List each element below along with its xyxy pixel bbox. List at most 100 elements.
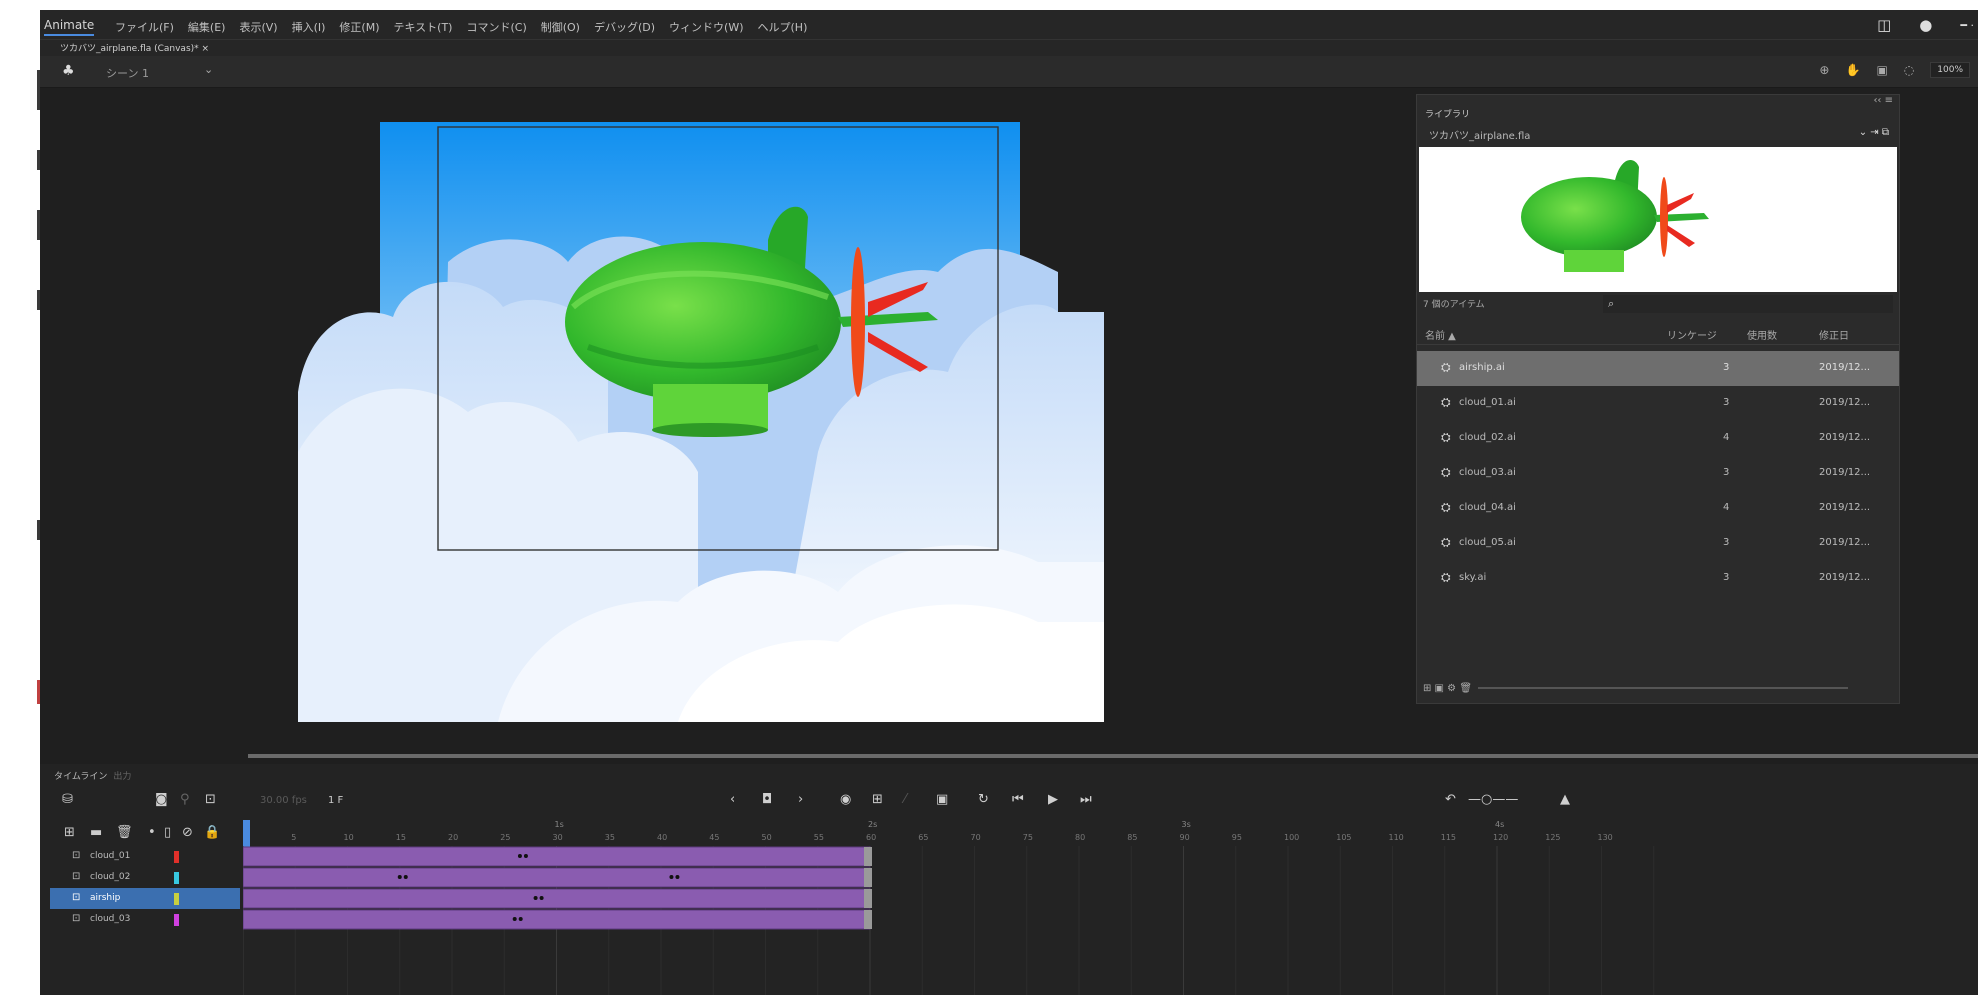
- next-keyframe-icon[interactable]: ›: [798, 792, 803, 807]
- search-icon[interactable]: ⌕: [1608, 297, 1614, 311]
- chevron-down-icon[interactable]: ⌄: [204, 63, 213, 76]
- fps-field[interactable]: 30.00 fps: [260, 795, 307, 806]
- col-linkage[interactable]: リンケージ: [1667, 327, 1717, 342]
- library-item[interactable]: ⛭ sky.ai 3 2019/12...: [1417, 561, 1899, 596]
- ruler-number: 10: [343, 833, 354, 842]
- library-item-uses: 3: [1723, 362, 1730, 373]
- timeline-title: タイムライン 出力: [54, 769, 131, 782]
- library-file-select[interactable]: ツカバツ_airplane.fla ⌄ ⇥ ⧉: [1423, 125, 1895, 143]
- document-tab[interactable]: ツカバツ_airplane.fla (Canvas)* ×: [60, 41, 209, 54]
- loop-range-icon[interactable]: ▣: [936, 792, 948, 807]
- col-name[interactable]: 名前 ▲: [1425, 327, 1456, 342]
- end-keyframe: [864, 847, 872, 866]
- keyframe-dot: [397, 875, 402, 879]
- step-forward-icon[interactable]: ⏭: [1080, 792, 1092, 807]
- frame-zoom-slider[interactable]: —○——: [1468, 792, 1518, 807]
- new-layer-icon[interactable]: ⊞: [64, 825, 75, 840]
- onion-skin-icon[interactable]: ◉: [840, 792, 851, 807]
- undo-icon[interactable]: ↶: [1445, 792, 1456, 807]
- layer-depth-toggle-icon[interactable]: ⊡: [205, 792, 216, 807]
- panel-menu-icon[interactable]: ‹‹ ≡: [1873, 95, 1893, 106]
- library-scrollbar[interactable]: [1478, 687, 1849, 689]
- app-name[interactable]: Animate: [44, 18, 95, 36]
- library-item[interactable]: ⛭ cloud_01.ai 3 2019/12...: [1417, 386, 1899, 421]
- scene-icon[interactable]: ♣: [62, 63, 75, 79]
- prev-keyframe-icon[interactable]: ‹: [730, 792, 735, 807]
- insert-keyframe-icon[interactable]: ◘: [762, 792, 772, 807]
- col-date[interactable]: 修正日: [1819, 327, 1849, 342]
- layer-color-swatch[interactable]: [174, 914, 179, 926]
- zoom-mountain-icon[interactable]: ▲: [1560, 792, 1570, 807]
- lock-icon[interactable]: 🔒: [204, 825, 220, 840]
- highlight-icon[interactable]: •: [148, 825, 156, 840]
- frame-span: [243, 867, 871, 888]
- delete-layer-icon[interactable]: 🗑: [116, 825, 133, 840]
- layer-name[interactable]: airship: [90, 893, 120, 903]
- frame-span: [243, 909, 871, 930]
- output-tab[interactable]: 出力: [113, 772, 131, 782]
- workspace-icon[interactable]: ◫: [1877, 16, 1891, 34]
- stage-scrollbar[interactable]: [248, 754, 1978, 758]
- menu-item[interactable]: 制御(O): [541, 19, 580, 35]
- menu-item[interactable]: 修正(M): [339, 19, 379, 35]
- ruler-number: 85: [1127, 833, 1138, 842]
- center-stage-icon[interactable]: ⊕: [1819, 63, 1829, 77]
- library-item[interactable]: ⛭ cloud_04.ai 4 2019/12...: [1417, 491, 1899, 526]
- timeline-layer[interactable]: ⊡ cloud_02: [50, 867, 240, 888]
- menu-item[interactable]: ヘルプ(H): [758, 19, 808, 35]
- library-item[interactable]: ⛭ cloud_05.ai 3 2019/12...: [1417, 526, 1899, 561]
- edit-multiple-icon[interactable]: ⊞: [872, 792, 883, 807]
- outline-icon[interactable]: ▯: [164, 825, 171, 840]
- layer-type-icon: ⊡: [72, 913, 81, 924]
- rotate-icon[interactable]: ✋: [1845, 63, 1860, 77]
- fit-icon[interactable]: ◌: [1904, 63, 1914, 77]
- loop-icon[interactable]: ↻: [978, 792, 989, 807]
- menu-item[interactable]: 挿入(I): [292, 19, 326, 35]
- col-use-count[interactable]: 使用数: [1747, 327, 1777, 342]
- ruler-number: 105: [1336, 833, 1352, 842]
- hide-icon[interactable]: ⊘: [182, 825, 193, 840]
- play-icon[interactable]: ▶: [1048, 792, 1058, 807]
- library-item-uses: 3: [1723, 467, 1730, 478]
- menu-item[interactable]: 編集(E): [188, 19, 226, 35]
- timeline-tab[interactable]: タイムライン: [54, 772, 107, 782]
- menu-item[interactable]: ファイル(F): [115, 19, 174, 35]
- frame-field[interactable]: 1 F: [328, 795, 343, 806]
- step-back-icon[interactable]: ⏮: [1012, 792, 1024, 807]
- stage-canvas[interactable]: [298, 122, 1104, 722]
- new-folder-icon[interactable]: ▬: [90, 825, 102, 840]
- brush-icon[interactable]: ⁄: [904, 792, 906, 807]
- layer-color-swatch[interactable]: [174, 872, 179, 884]
- layer-name[interactable]: cloud_02: [90, 872, 130, 882]
- library-item[interactable]: ⛭ airship.ai 3 2019/12...: [1417, 351, 1899, 386]
- clip-icon[interactable]: ▣: [1876, 63, 1887, 77]
- frame-ruler[interactable]: 5 10 15 20 25 30 35 40 45 50 55 60 65 70 75 80 85 90 95 100…: [243, 820, 1978, 856]
- library-search-input[interactable]: [1603, 295, 1893, 313]
- library-item-date: 2019/12...: [1819, 397, 1871, 408]
- library-item[interactable]: ⛭ cloud_02.ai 4 2019/12...: [1417, 421, 1899, 456]
- record-icon[interactable]: ●: [1919, 16, 1932, 34]
- layer-color-swatch[interactable]: [174, 893, 179, 905]
- timeline-layer[interactable]: ⊡ airship: [50, 888, 240, 909]
- new-symbol-icon[interactable]: ⊞ ▣ ⚙ 🗑: [1423, 683, 1472, 694]
- menu-item[interactable]: 表示(V): [239, 19, 277, 35]
- minimize-icon[interactable]: ━ ·: [1960, 19, 1974, 32]
- menu-item[interactable]: デバッグ(D): [594, 19, 655, 35]
- library-file-name: ツカバツ_airplane.fla: [1429, 131, 1531, 142]
- menu-item[interactable]: テキスト(T): [393, 19, 452, 35]
- timeline-layer[interactable]: ⊡ cloud_01: [50, 846, 240, 867]
- layer-depth-icon[interactable]: ⛁: [62, 792, 73, 807]
- frame-grid[interactable]: [243, 846, 1978, 995]
- layer-name[interactable]: cloud_03: [90, 914, 130, 924]
- parent-icon[interactable]: ⚲: [180, 792, 190, 807]
- layer-color-swatch[interactable]: [174, 851, 179, 863]
- zoom-field[interactable]: 100%: [1930, 62, 1970, 78]
- timeline-layer[interactable]: ⊡ cloud_03: [50, 909, 240, 930]
- menu-item[interactable]: ウィンドウ(W): [669, 19, 743, 35]
- scene-label[interactable]: シーン 1: [106, 65, 149, 81]
- layer-name[interactable]: cloud_01: [90, 851, 130, 861]
- camera-icon[interactable]: ◙: [155, 792, 168, 807]
- library-item[interactable]: ⛭ cloud_03.ai 3 2019/12...: [1417, 456, 1899, 491]
- pin-icon[interactable]: ⌄ ⇥ ⧉: [1859, 127, 1889, 138]
- menu-item[interactable]: コマンド(C): [466, 19, 526, 35]
